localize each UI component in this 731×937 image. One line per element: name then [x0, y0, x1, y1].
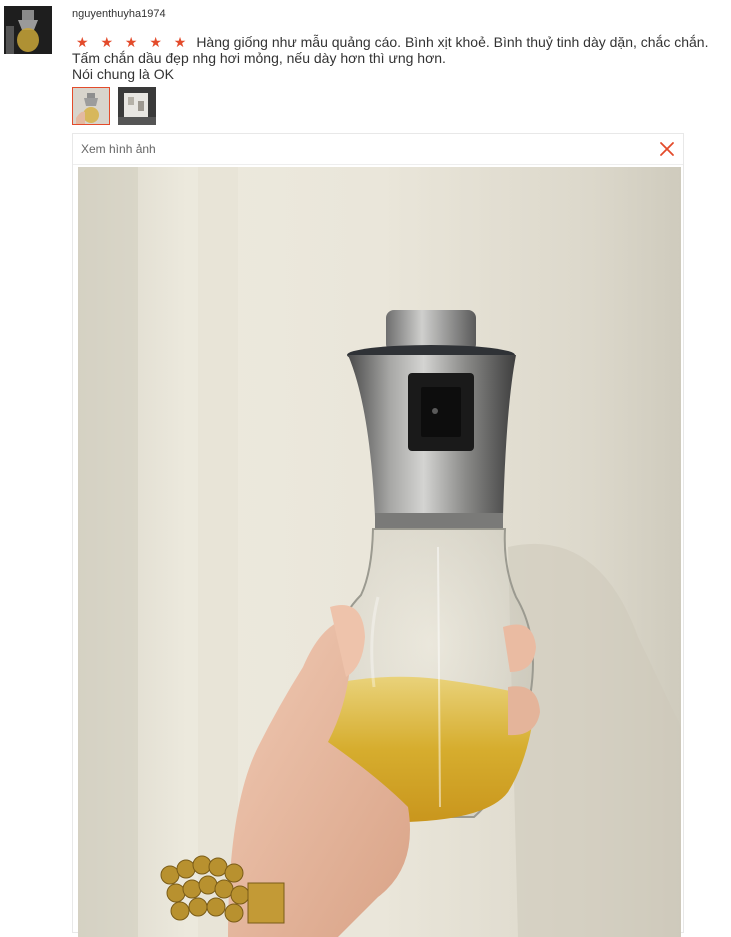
review-comment-line-2: Tấm chắn dầu đẹp nhg hơi mỏng, nếu dày h…: [72, 50, 446, 66]
review-thumbnail-1[interactable]: [72, 87, 110, 125]
image-viewer: Xem hình ảnh: [72, 133, 684, 937]
avatar: [4, 6, 52, 54]
image-viewer-header: Xem hình ảnh: [73, 134, 683, 165]
image-viewer-title: Xem hình ảnh: [81, 142, 156, 156]
review-body: ★ ★ ★ ★ ★ Hàng giống như mẫu quảng cáo. B…: [72, 34, 722, 82]
close-icon: [660, 142, 674, 156]
review-comment-line-1: Hàng giống như mẫu quảng cáo. Bình xịt k…: [196, 34, 709, 50]
close-button[interactable]: [659, 141, 675, 157]
review-comment-line-3: Nói chung là OK: [72, 66, 174, 82]
review-thumbnails: [72, 87, 156, 125]
review-photo: [78, 167, 681, 937]
star-rating: ★ ★ ★ ★ ★: [76, 34, 191, 50]
review-username: nguyenthuyha1974: [72, 8, 166, 20]
review-thumbnail-2[interactable]: [118, 87, 156, 125]
